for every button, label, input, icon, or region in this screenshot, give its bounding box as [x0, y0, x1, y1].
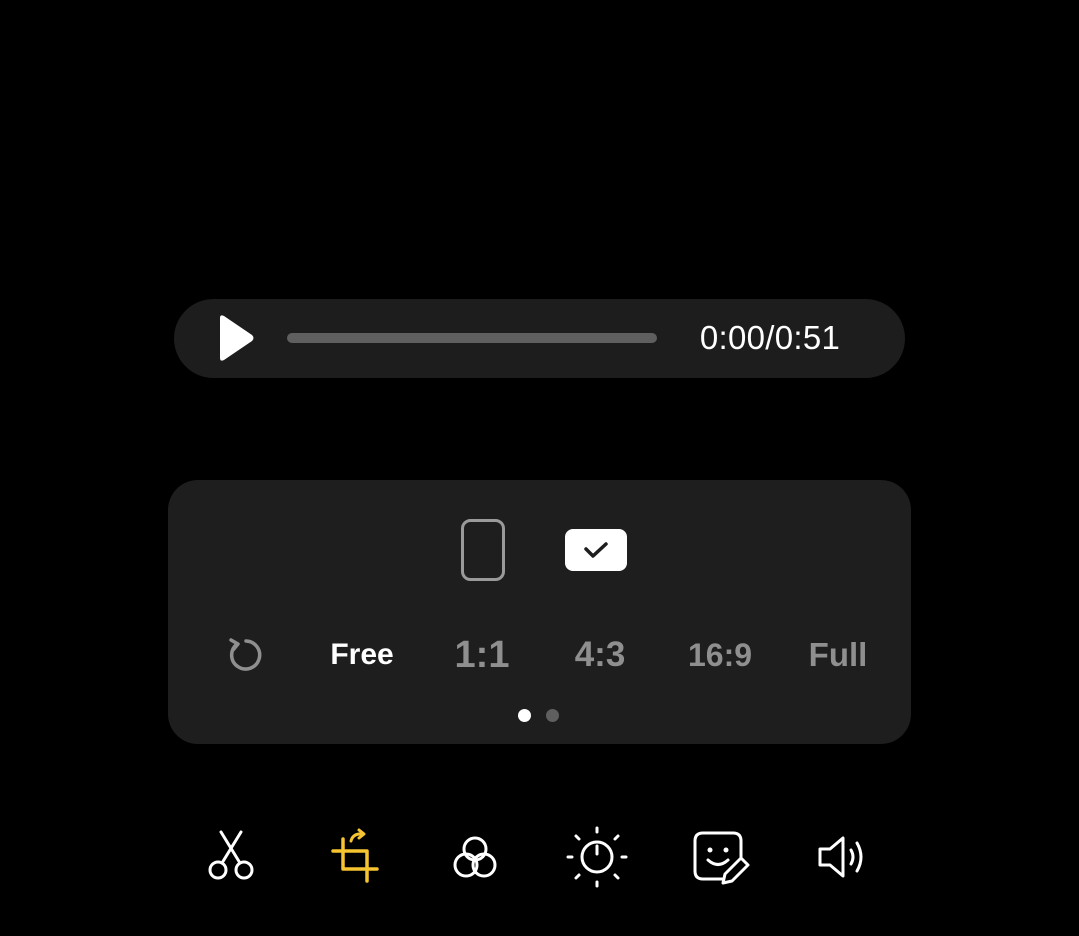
adjust-tool-button[interactable] — [562, 822, 632, 892]
portrait-orientation-button[interactable] — [452, 510, 514, 590]
decorate-tool-button[interactable] — [684, 822, 754, 892]
reset-crop-button[interactable] — [218, 630, 270, 680]
portrait-frame-icon — [461, 519, 505, 581]
ratio-full[interactable]: Full — [788, 630, 888, 680]
check-icon — [565, 529, 627, 571]
play-icon — [220, 315, 254, 361]
crop-rotate-icon — [331, 828, 379, 883]
crop-ratio-panel — [168, 480, 911, 744]
filters-tool-button[interactable] — [440, 822, 510, 892]
page-indicator-dot-1[interactable] — [518, 709, 531, 722]
landscape-orientation-button[interactable] — [556, 520, 636, 580]
ratio-1-1[interactable]: 1:1 — [432, 630, 532, 680]
speaker-icon — [818, 836, 863, 878]
page-indicator-dot-2[interactable] — [546, 709, 559, 722]
scissors-icon — [208, 830, 254, 880]
trim-tool-button[interactable] — [196, 822, 266, 892]
ratio-16-9[interactable]: 16:9 — [670, 630, 770, 680]
video-editor-screen: 0:00/0:51 Free 1:1 4:3 16:9 Full — [0, 0, 1079, 936]
sticker-edit-icon — [693, 831, 750, 885]
audio-tool-button[interactable] — [808, 822, 878, 892]
ratio-free[interactable]: Free — [312, 630, 412, 680]
ratio-4-3[interactable]: 4:3 — [550, 630, 650, 680]
filter-circles-icon — [453, 836, 497, 878]
playback-time: 0:00/0:51 — [699, 319, 841, 356]
play-button[interactable] — [210, 312, 262, 364]
brightness-icon — [566, 826, 628, 888]
crop-rotate-tool-button[interactable] — [320, 822, 390, 892]
seek-bar[interactable] — [287, 333, 657, 343]
rotate-reset-icon — [229, 638, 262, 671]
